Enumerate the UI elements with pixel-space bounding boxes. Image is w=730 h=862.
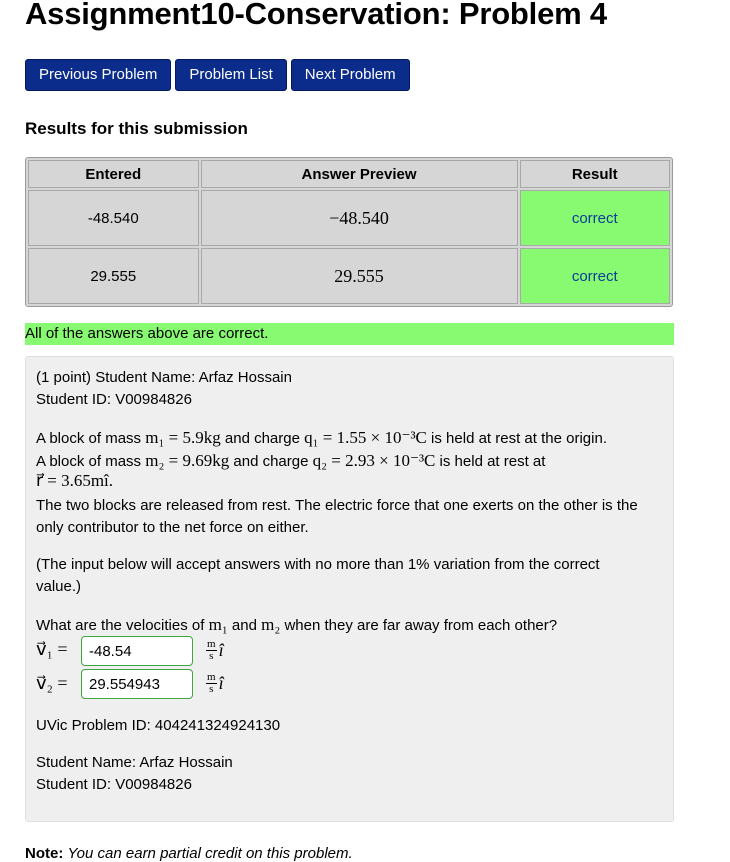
- text: is held at rest at the origin.: [426, 430, 607, 447]
- partial-credit-note: Note: You can earn partial credit on thi…: [25, 845, 353, 862]
- text: A block of mass: [36, 430, 146, 447]
- m2-symbol: m₂: [261, 615, 281, 634]
- v2-answer-input[interactable]: [81, 669, 193, 699]
- v2-label: v⃗₂ =: [36, 673, 68, 693]
- next-problem-button[interactable]: Next Problem: [290, 59, 410, 91]
- m2-expression: m₂ = 9.69kg: [145, 451, 230, 470]
- tolerance-note-line-2: value.): [36, 578, 82, 595]
- v2-unit: msî: [206, 672, 224, 695]
- problem-list-button[interactable]: Problem List: [175, 59, 287, 91]
- results-header-row: Entered Answer Preview Result: [28, 160, 670, 188]
- v1-label: v⃗₁ =: [36, 639, 68, 659]
- uvic-problem-id: UVic Problem ID: 404241324924130: [36, 717, 281, 734]
- problem-nav: Previous Problem Problem List Next Probl…: [25, 59, 410, 91]
- footer-student-id: Student ID: V00984826: [36, 776, 192, 793]
- problem-panel: (1 point) Student Name: Arfaz Hossain St…: [25, 356, 674, 822]
- column-header-answer-preview: Answer Preview: [200, 160, 518, 188]
- result-cell: correct: [519, 248, 670, 304]
- all-correct-message: All of the answers above are correct.: [25, 323, 674, 345]
- unit-direction: î: [218, 640, 224, 660]
- table-row: 29.555 29.555 correct: [28, 248, 670, 304]
- text: and charge: [229, 453, 313, 470]
- student-id-line: Student ID: V00984826: [36, 391, 192, 408]
- text: What are the velocities of: [36, 617, 209, 634]
- unit-direction: î: [218, 673, 224, 693]
- text: when they are far away from each other?: [280, 617, 558, 634]
- m1-expression: m₁ = 5.9kg: [145, 428, 221, 447]
- answer-preview-cell: −48.540: [200, 190, 518, 246]
- footer-student-name: Student Name: Arfaz Hossain: [36, 754, 233, 771]
- problem-text-line-1: A block of mass m₁ = 5.9kg and charge q₁…: [36, 428, 607, 448]
- column-header-result: Result: [519, 160, 670, 188]
- entered-cell: -48.540: [28, 190, 199, 246]
- results-heading: Results for this submission: [25, 119, 248, 138]
- m1-symbol: m₁: [208, 615, 228, 634]
- text: and charge: [220, 430, 305, 447]
- question-text: What are the velocities of m₁ and m₂ whe…: [36, 615, 557, 635]
- position-expression: r⃗ = 3.65mî.: [36, 471, 114, 490]
- table-row: -48.540 −48.540 correct: [28, 190, 670, 246]
- column-header-entered: Entered: [28, 160, 199, 188]
- v1-answer-input[interactable]: [81, 636, 193, 666]
- problem-text-line-2: A block of mass m₂ = 9.69kg and charge q…: [36, 451, 545, 471]
- unit-denominator: s: [209, 650, 214, 662]
- entered-cell: 29.555: [28, 248, 199, 304]
- problem-text-line-4: only contributor to the net force on eit…: [36, 519, 309, 536]
- answer-preview-cell: 29.555: [200, 248, 518, 304]
- problem-text-line-3: The two blocks are released from rest. T…: [36, 497, 638, 514]
- text: and: [227, 617, 262, 634]
- q1-expression: q₁ = 1.55 × 10⁻³C: [304, 428, 427, 447]
- unit-denominator: s: [209, 683, 214, 695]
- tolerance-note-line-1: (The input below will accept answers wit…: [36, 556, 600, 573]
- points-line: (1 point) Student Name: Arfaz Hossain: [36, 369, 292, 386]
- note-text: You can earn partial credit on this prob…: [67, 845, 353, 862]
- page-title: Assignment10-Conservation: Problem 4: [25, 0, 607, 31]
- text: is held at rest at: [435, 453, 546, 470]
- results-table: Entered Answer Preview Result -48.540 −4…: [25, 157, 673, 307]
- note-label: Note:: [25, 845, 64, 862]
- result-cell: correct: [519, 190, 670, 246]
- q2-expression: q₂ = 2.93 × 10⁻³C: [312, 451, 436, 470]
- previous-problem-button[interactable]: Previous Problem: [25, 59, 172, 91]
- v1-unit: msî: [206, 639, 224, 662]
- text: A block of mass: [36, 453, 146, 470]
